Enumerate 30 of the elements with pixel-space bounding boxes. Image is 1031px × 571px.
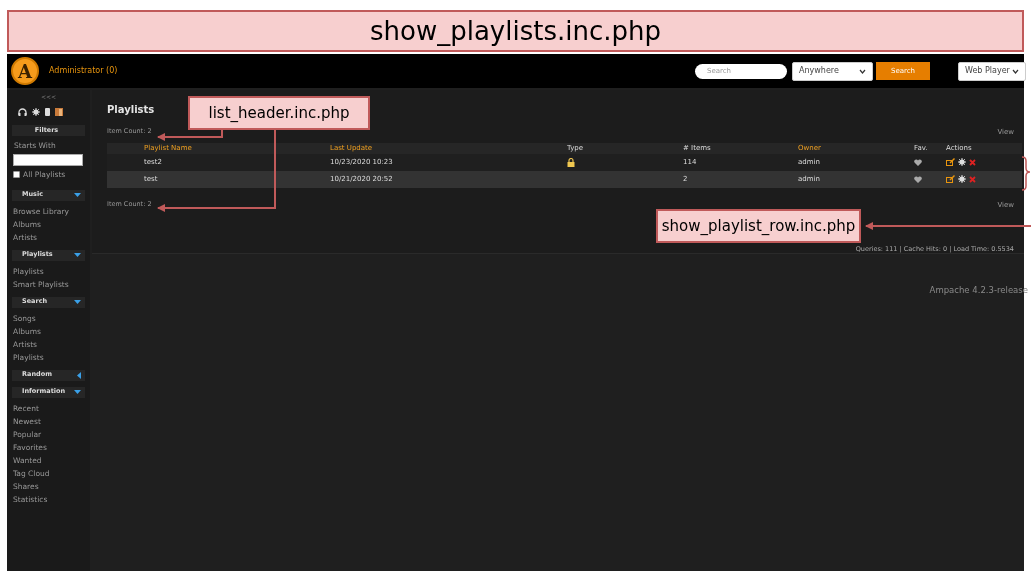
heart-icon[interactable] bbox=[914, 175, 922, 183]
player-select[interactable]: Web Player bbox=[958, 61, 1026, 81]
user-link[interactable]: Administrator (0) bbox=[49, 65, 118, 77]
phone-icon bbox=[45, 108, 50, 116]
starts-with-field[interactable] bbox=[13, 154, 83, 167]
caret-down-icon bbox=[74, 300, 81, 304]
banner-title: show_playlists.inc.php bbox=[370, 14, 661, 48]
caret-left-icon bbox=[77, 371, 81, 379]
bracket bbox=[1021, 156, 1031, 191]
annotation-label: show_playlist_row.inc.php bbox=[656, 209, 861, 243]
checkbox[interactable] bbox=[13, 171, 20, 179]
gear-icon[interactable] bbox=[958, 158, 966, 166]
caret-down-icon bbox=[74, 253, 81, 257]
chevron-icon bbox=[859, 68, 866, 74]
page-title: Playlists bbox=[107, 103, 155, 117]
heart-icon[interactable] bbox=[914, 158, 922, 166]
delete-icon[interactable] bbox=[969, 158, 976, 166]
gear-icon bbox=[32, 108, 40, 116]
caret-down-icon bbox=[74, 193, 81, 197]
headphones-icon bbox=[18, 108, 27, 116]
gear-icon[interactable] bbox=[958, 175, 966, 183]
scope-select[interactable]: Anywhere bbox=[792, 61, 873, 81]
delete-icon[interactable] bbox=[969, 175, 976, 183]
edit-icon[interactable] bbox=[946, 175, 955, 183]
caret-down-icon bbox=[74, 390, 81, 394]
door-icon bbox=[55, 108, 63, 116]
edit-icon[interactable] bbox=[946, 158, 955, 166]
logo[interactable]: A bbox=[11, 57, 39, 85]
annotation-label: list_header.inc.php bbox=[188, 96, 370, 130]
chevron-icon bbox=[1012, 68, 1019, 74]
